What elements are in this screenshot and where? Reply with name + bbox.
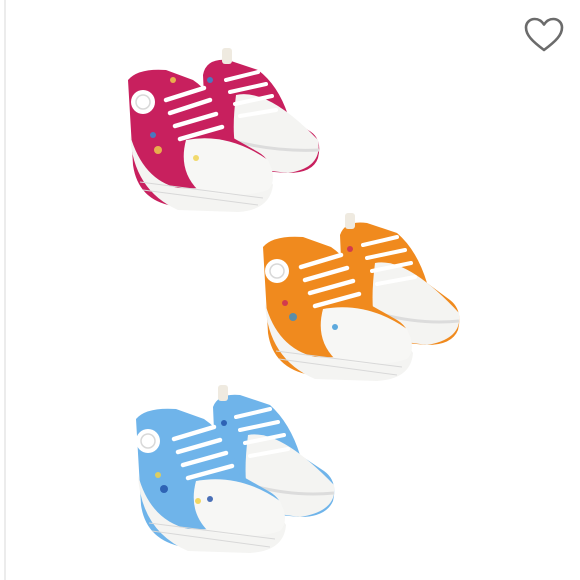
shoe-pair-blue (128, 375, 346, 565)
baby-sneakers-pink-graphic (128, 48, 320, 212)
heart-icon[interactable] (522, 15, 566, 55)
baby-sneakers-orange-graphic (263, 213, 460, 381)
image-border (4, 0, 6, 580)
shoe-pair-orange (255, 205, 470, 395)
wishlist-button[interactable] (522, 15, 566, 55)
product-image (0, 0, 580, 580)
shoe-pair-pink (118, 40, 328, 225)
baby-sneakers-blue-graphic (136, 385, 335, 553)
